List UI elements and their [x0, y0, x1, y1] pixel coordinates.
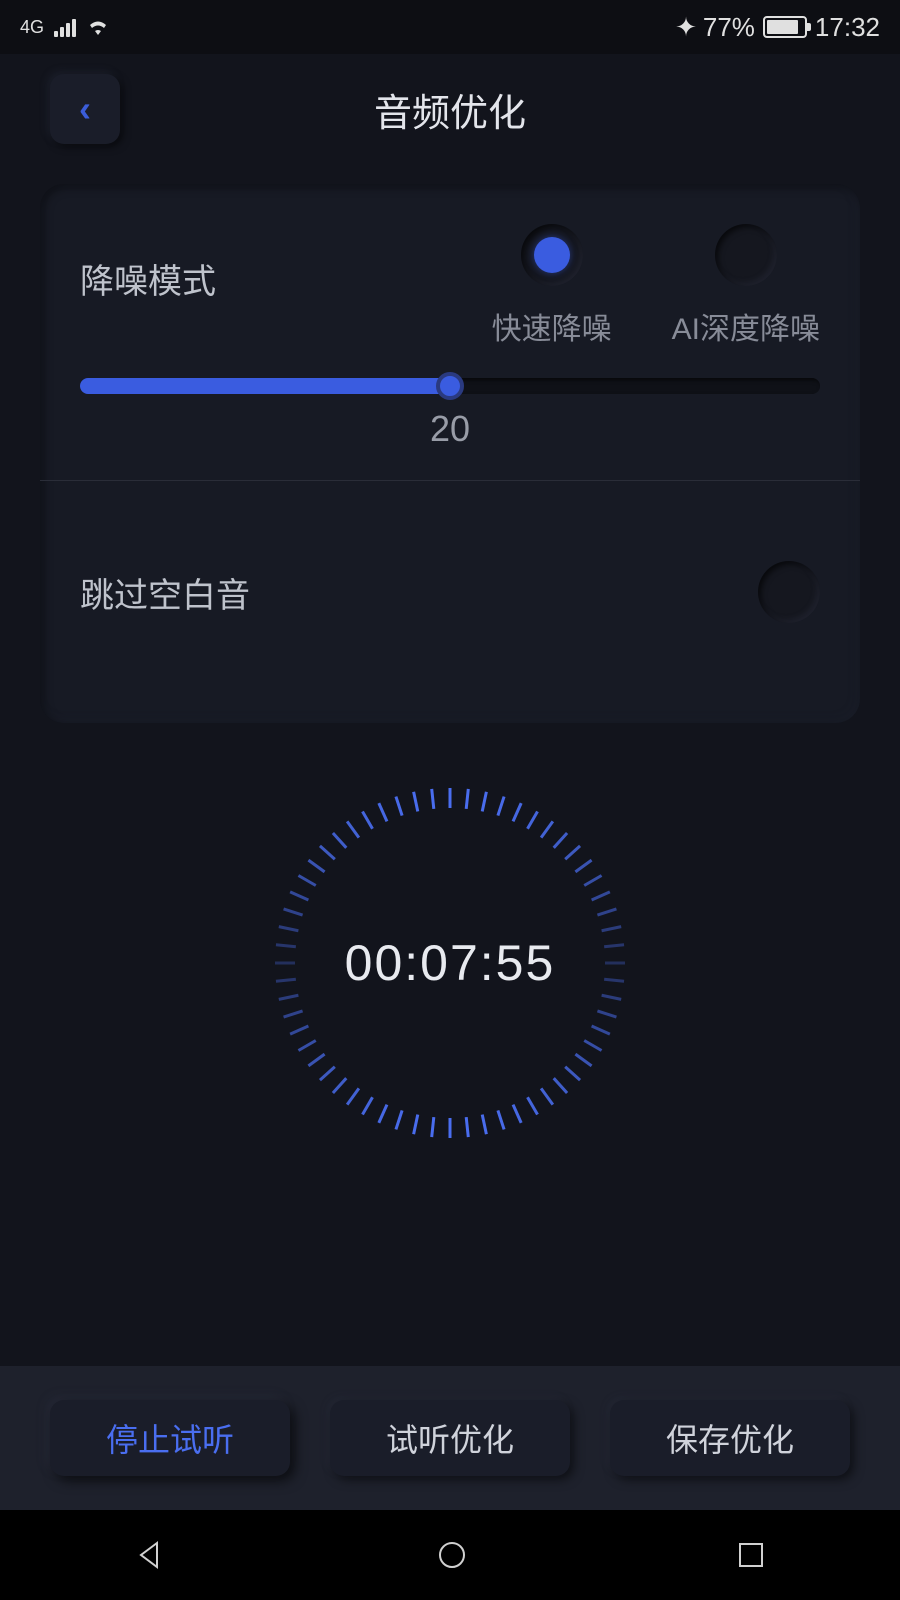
intensity-slider[interactable] — [80, 378, 820, 394]
slider-fill — [80, 378, 450, 394]
ai-deep-noise-option[interactable]: AI深度降噪 — [672, 224, 820, 348]
battery-percent: 77% — [703, 12, 755, 43]
ai-deep-noise-label: AI深度降噪 — [672, 304, 820, 348]
chevron-left-icon: ‹ — [79, 88, 91, 130]
battery-icon — [763, 16, 807, 38]
status-bar: 4G ✦ 77% 17:32 — [0, 0, 900, 54]
noise-mode-radio-group: 快速降噪 AI深度降噪 — [492, 224, 820, 348]
save-optimize-button[interactable]: 保存优化 — [610, 1400, 850, 1476]
status-left: 4G — [20, 17, 110, 37]
timer-dial: 00:07:55 — [270, 783, 630, 1143]
android-nav-bar — [0, 1510, 900, 1600]
page-title: 音频优化 — [374, 82, 526, 137]
intensity-slider-container: 20 — [80, 378, 820, 450]
slider-thumb[interactable] — [436, 372, 464, 400]
skip-silence-label: 跳过空白音 — [80, 568, 250, 617]
stop-preview-button[interactable]: 停止试听 — [50, 1400, 290, 1476]
signal-icon — [54, 17, 76, 37]
slider-value: 20 — [80, 408, 820, 450]
header: ‹ 音频优化 — [0, 54, 900, 164]
preview-optimize-button[interactable]: 试听优化 — [330, 1400, 570, 1476]
nav-back-icon[interactable] — [135, 1539, 167, 1571]
action-bar: 停止试听 试听优化 保存优化 — [0, 1366, 900, 1510]
timer-ticks-icon — [270, 783, 630, 1143]
bluetooth-icon: ✦ — [675, 12, 697, 43]
fast-noise-label: 快速降噪 — [492, 304, 612, 348]
back-button[interactable]: ‹ — [50, 74, 120, 144]
radio-unselected-icon — [715, 224, 777, 286]
noise-reduction-row: 降噪模式 快速降噪 AI深度降噪 — [80, 224, 820, 348]
fast-noise-option[interactable]: 快速降噪 — [492, 224, 612, 348]
divider — [40, 480, 860, 481]
timer-container: 00:07:55 — [0, 783, 900, 1143]
skip-silence-row: 跳过空白音 — [80, 501, 820, 683]
wifi-icon — [86, 17, 110, 37]
settings-card: 降噪模式 快速降噪 AI深度降噪 20 跳过空白音 — [40, 184, 860, 723]
skip-silence-toggle[interactable] — [758, 561, 820, 623]
status-right: ✦ 77% 17:32 — [675, 12, 880, 43]
clock-time: 17:32 — [815, 12, 880, 43]
nav-recent-icon[interactable] — [737, 1541, 765, 1569]
network-type: 4G — [20, 18, 44, 36]
noise-reduction-label: 降噪模式 — [80, 224, 216, 303]
nav-home-icon[interactable] — [436, 1539, 468, 1571]
radio-selected-icon — [521, 224, 583, 286]
